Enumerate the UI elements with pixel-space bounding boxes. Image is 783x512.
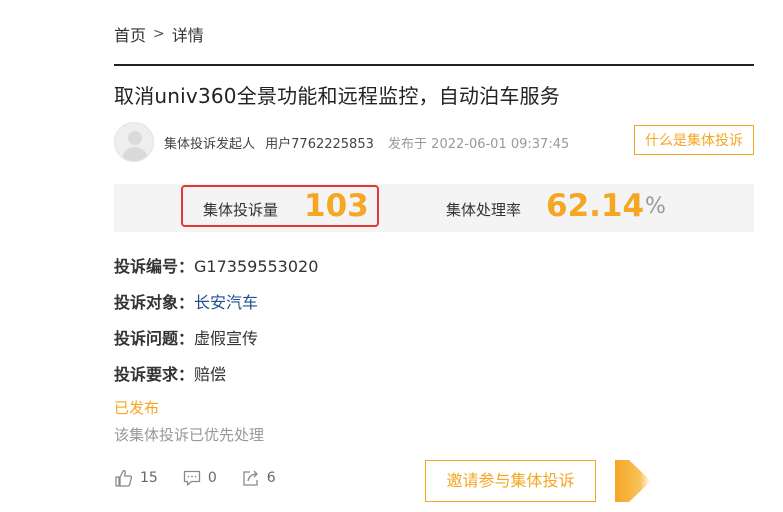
status-label: 已发布 — [114, 399, 160, 417]
comment-icon — [183, 470, 200, 486]
breadcrumb-current: 详情 — [171, 26, 204, 45]
avatar-placeholder-icon[interactable] — [114, 122, 154, 162]
complaint-volume-value: 103 — [304, 188, 369, 224]
complaint-target-key: 投诉对象： — [114, 293, 195, 312]
complaint-number-key: 投诉编号： — [114, 257, 195, 276]
complaint-request-row: 投诉要求：赔偿 — [114, 361, 226, 385]
complaint-request-value: 赔偿 — [194, 365, 227, 384]
what-is-collective-complaint-button[interactable]: 什么是集体投诉 — [634, 125, 754, 155]
invite-to-collective-complaint-button[interactable]: 邀请参与集体投诉 — [425, 460, 596, 502]
processing-rate-label: 集体处理率 — [446, 201, 522, 219]
processing-rate-unit: % — [645, 194, 666, 219]
author-user[interactable]: 用户7762225853 — [265, 137, 374, 152]
page-title: 取消univ360全景功能和远程监控，自动泊车服务 — [114, 84, 560, 108]
complaint-issue-row: 投诉问题：虚假宣传 — [114, 325, 258, 349]
breadcrumb: 首页 > 详情 — [114, 22, 204, 46]
author-info: 集体投诉发起人 用户7762225853 发布于 2022-06-01 09:3… — [164, 133, 569, 152]
complaint-volume-label: 集体投诉量 — [203, 201, 279, 219]
share-button[interactable]: 6 — [241, 468, 276, 488]
published-time: 2022-06-01 09:37:45 — [431, 137, 570, 152]
comment-count: 0 — [207, 470, 217, 486]
breadcrumb-home[interactable]: 首页 — [114, 22, 146, 46]
thumbs-up-icon — [115, 469, 133, 487]
published-label: 发布于 — [388, 137, 428, 152]
share-count: 6 — [266, 470, 276, 486]
action-bar: 15 0 6 — [114, 468, 276, 488]
complaint-request-key: 投诉要求： — [114, 365, 195, 384]
comment-button[interactable]: 0 — [182, 468, 217, 488]
stats-bar: 集体投诉量 103 集体处理率 62.14 % — [114, 184, 754, 232]
like-button[interactable]: 15 — [114, 468, 158, 488]
orange-arrow-icon[interactable] — [615, 460, 651, 502]
complaint-target-link[interactable]: 长安汽车 — [194, 293, 258, 312]
processing-rate-value: 62.14 — [546, 188, 645, 224]
complaint-issue-key: 投诉问题： — [114, 329, 195, 348]
complaint-number-row: 投诉编号：G17359553020 — [114, 253, 318, 277]
complaint-issue-value: 虚假宣传 — [194, 329, 259, 348]
status-note: 该集体投诉已优先处理 — [114, 426, 265, 444]
share-icon — [243, 470, 258, 486]
breadcrumb-separator: > — [153, 26, 165, 42]
complaint-target-row: 投诉对象：长安汽车 — [114, 289, 258, 313]
title-divider — [114, 64, 754, 66]
like-count: 15 — [140, 470, 158, 486]
author-role: 集体投诉发起人 — [164, 137, 256, 152]
author-row: 集体投诉发起人 用户7762225853 发布于 2022-06-01 09:3… — [114, 120, 754, 162]
complaint-number-value: G17359553020 — [194, 257, 319, 276]
